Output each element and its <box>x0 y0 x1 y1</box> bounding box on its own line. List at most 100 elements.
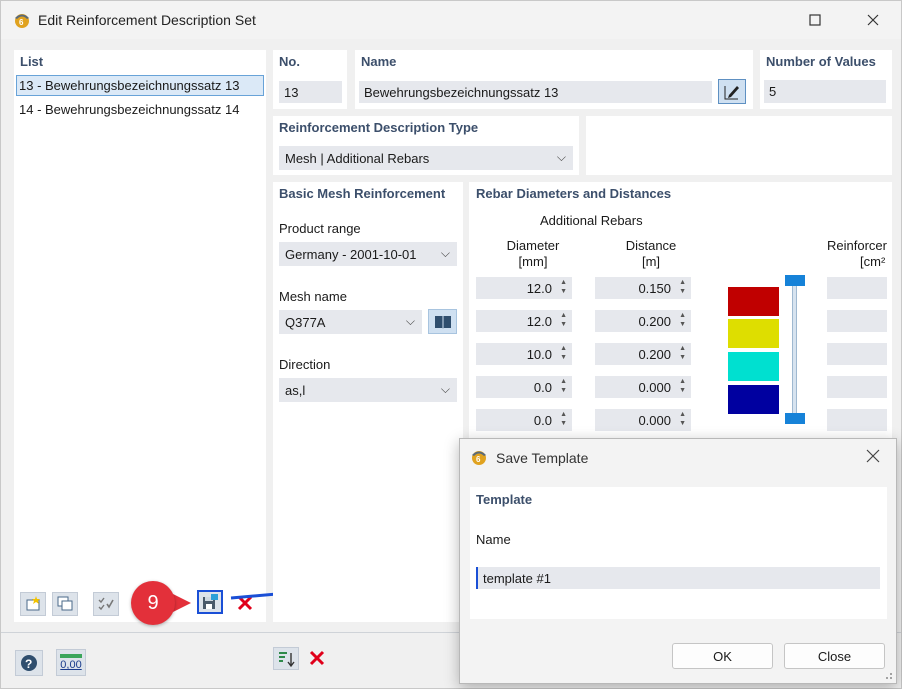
name-field[interactable]: Bewehrungsbezeichnungssatz 13 <box>359 81 712 103</box>
diameter-input[interactable]: 10.0 ▲ ▼ <box>476 343 572 365</box>
svg-text:6: 6 <box>476 455 481 464</box>
spinner-icon[interactable]: ▲ ▼ <box>679 377 686 395</box>
no-field[interactable]: 13 <box>279 81 342 103</box>
template-name-input[interactable]: template #1 <box>476 567 880 589</box>
spinner-icon[interactable]: ▲ ▼ <box>679 311 686 329</box>
distance-input[interactable]: 0.150 ▲ ▼ <box>595 277 691 299</box>
range-slider-top-handle[interactable] <box>785 275 805 286</box>
units-icon <box>60 654 82 658</box>
spinner-icon[interactable]: ▲ ▼ <box>679 278 686 296</box>
distance-value: 0.000 <box>638 380 671 395</box>
distance-unit-text: [m] <box>641 254 661 269</box>
distance-input[interactable]: 0.000 ▲ ▼ <box>595 376 691 398</box>
diameter-input[interactable]: 12.0 ▲ ▼ <box>476 310 572 332</box>
distance-value: 0.000 <box>638 413 671 428</box>
app-icon: 6 <box>472 451 486 465</box>
units-label: 0,00 <box>60 659 82 671</box>
edit-reinforcement-window: 6 Edit Reinforcement Description Set Lis… <box>0 0 902 689</box>
spinner-icon[interactable]: ▲ ▼ <box>560 344 567 362</box>
close-window-button[interactable] <box>853 7 893 33</box>
close-button[interactable]: Close <box>784 643 885 669</box>
diameter-value: 12.0 <box>526 281 552 296</box>
chevron-down-icon: ⌵ <box>440 246 450 260</box>
desc-type-select[interactable]: Mesh | Additional Rebars ⌵ <box>279 146 573 170</box>
check-items-button[interactable] <box>93 592 119 616</box>
mesh-name-select[interactable]: Q377A ⌵ <box>279 310 422 334</box>
distance-value: 0.200 <box>638 314 671 329</box>
diameter-input[interactable]: 0.0 ▲ ▼ <box>476 409 572 431</box>
distance-value: 0.200 <box>638 347 671 362</box>
edit-name-button[interactable] <box>718 79 746 104</box>
desc-preview-panel <box>586 116 892 175</box>
units-button[interactable]: 0,00 <box>56 649 86 676</box>
new-item-button[interactable] <box>20 592 46 616</box>
checklist-icon <box>98 597 114 611</box>
delete-icon <box>309 650 325 666</box>
chevron-down-icon: ⌵ <box>556 150 566 164</box>
dialog-close-button[interactable] <box>866 449 886 469</box>
name-header: Name <box>361 54 397 69</box>
reinf-cell <box>827 343 887 365</box>
list-panel <box>14 50 266 622</box>
distance-input[interactable]: 0.200 ▲ ▼ <box>595 310 691 332</box>
product-range-select[interactable]: Germany - 2001-10-01 ⌵ <box>279 242 457 266</box>
distance-input[interactable]: 0.200 ▲ ▼ <box>595 343 691 365</box>
diameter-column-header: Diameter [mm] <box>491 238 575 270</box>
desc-type-header: Reinforcement Description Type <box>279 120 479 135</box>
book-icon <box>434 315 451 329</box>
close-icon <box>867 14 879 26</box>
template-name-label: Name <box>476 532 511 547</box>
list-item[interactable]: 14 - Bewehrungsbezeichnungssatz 14 <box>16 99 264 120</box>
diameter-input[interactable]: 0.0 ▲ ▼ <box>476 376 572 398</box>
help-button[interactable]: ? <box>15 650 43 676</box>
delete-item-button[interactable] <box>235 593 255 613</box>
num-values-header: Number of Values <box>766 54 876 69</box>
reinf-unit-text: [cm² <box>860 254 886 269</box>
chevron-down-icon: ⌵ <box>405 314 415 328</box>
dialog-title: Save Template <box>496 450 589 466</box>
diameter-input[interactable]: 12.0 ▲ ▼ <box>476 277 572 299</box>
reinf-cell <box>827 409 887 431</box>
save-template-button[interactable] <box>197 590 223 614</box>
help-icon: ? <box>21 655 37 671</box>
window-title: Edit Reinforcement Description Set <box>38 12 256 28</box>
num-values-field: 5 <box>764 80 886 103</box>
resize-grip-icon[interactable] <box>883 670 893 680</box>
close-icon <box>866 449 880 463</box>
reinf-cell <box>827 376 887 398</box>
diameter-value: 12.0 <box>526 314 552 329</box>
basic-mesh-header: Basic Mesh Reinforcement <box>279 186 446 201</box>
distance-input[interactable]: 0.000 ▲ ▼ <box>595 409 691 431</box>
spinner-icon[interactable]: ▲ ▼ <box>560 410 567 428</box>
rebar-color-swatch <box>728 287 779 316</box>
copy-icon <box>57 596 73 611</box>
new-item-icon <box>26 596 40 611</box>
spinner-icon[interactable]: ▲ ▼ <box>679 344 686 362</box>
mesh-library-button[interactable] <box>428 309 457 334</box>
rebar-color-swatch <box>728 319 779 348</box>
svg-text:6: 6 <box>19 18 24 27</box>
list-item[interactable]: 13 - Bewehrungsbezeichnungssatz 13 <box>16 75 264 96</box>
diameter-value: 0.0 <box>533 380 552 395</box>
maximize-button[interactable] <box>795 7 835 33</box>
distance-column-header: Distance [m] <box>606 238 696 270</box>
spinner-icon[interactable]: ▲ ▼ <box>560 278 567 296</box>
range-slider-bottom-handle[interactable] <box>785 413 805 424</box>
direction-label: Direction <box>279 357 331 372</box>
template-section <box>470 487 887 619</box>
spinner-icon[interactable]: ▲ ▼ <box>679 410 686 428</box>
list-header: List <box>20 54 44 69</box>
direction-select[interactable]: as,l ⌵ <box>279 378 457 402</box>
spinner-icon[interactable]: ▲ ▼ <box>560 311 567 329</box>
sort-button[interactable] <box>273 647 299 670</box>
save-icon <box>203 594 218 609</box>
edit-icon <box>724 85 739 99</box>
no-header: No. <box>279 54 300 69</box>
delete-all-button[interactable] <box>307 648 327 668</box>
copy-item-button[interactable] <box>52 592 78 616</box>
chevron-down-icon: ⌵ <box>440 382 450 396</box>
ok-button[interactable]: OK <box>672 643 773 669</box>
spinner-icon[interactable]: ▲ ▼ <box>560 377 567 395</box>
range-slider-track[interactable] <box>792 281 797 421</box>
rebar-color-swatch <box>728 385 779 414</box>
